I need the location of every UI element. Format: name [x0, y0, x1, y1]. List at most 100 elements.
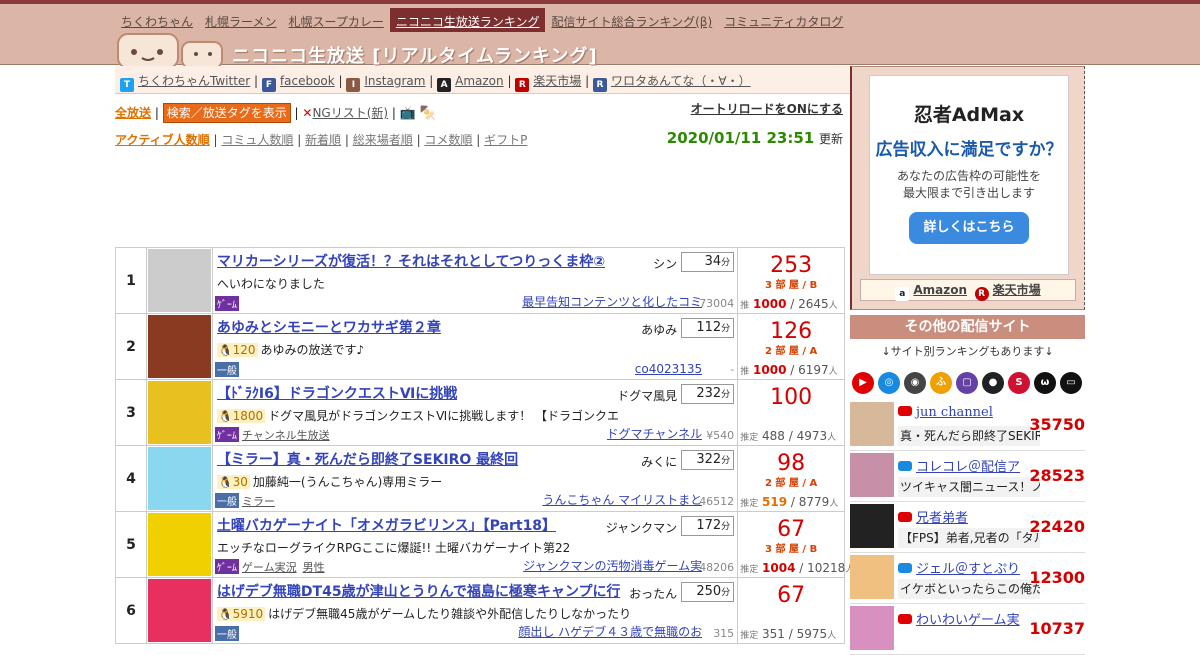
category-badge[interactable]: ｹﾞｰﾑ [214, 427, 239, 442]
category-badge[interactable]: 一般 [214, 362, 239, 377]
streamer-name[interactable]: わいわいゲーム実 [898, 609, 1020, 628]
active-users: 1000 [753, 363, 787, 377]
stream-title: ツイキャス闇ニュース！ノ [898, 477, 1040, 497]
viewer-count: 10737 [1029, 619, 1085, 638]
community-id: 315 [713, 627, 735, 640]
nav-item[interactable]: 札幌スープカレー [283, 8, 390, 32]
streamer-avatar[interactable] [850, 453, 894, 497]
cat-icon[interactable]: ω [1034, 372, 1056, 394]
community-link[interactable]: 顔出し ハゲデブ４３歳で無職のお [518, 623, 702, 640]
twitch-icon[interactable]: ▢ [956, 372, 978, 394]
streamer-avatar[interactable] [850, 606, 894, 650]
fresh-icon[interactable]: ふ [930, 372, 952, 394]
showroom-icon[interactable]: S [1008, 372, 1030, 394]
sort-option[interactable]: 総来場者順 [353, 133, 413, 147]
sort-option[interactable]: コメ数順 [424, 133, 472, 147]
streamer-avatar[interactable] [850, 555, 894, 599]
thumbnail-cell[interactable] [145, 379, 213, 446]
sort-option[interactable]: ギフトP [484, 133, 527, 147]
stream-row[interactable]: コレコレ＠配信ア ツイキャス闇ニュース！ノ 28523 [850, 452, 1085, 502]
stream-thumbnail[interactable] [147, 579, 211, 642]
community-link[interactable]: ドグマチャンネル [607, 425, 703, 442]
tv-icon[interactable]: ▭ [1060, 372, 1082, 394]
ranking-row: 4【ミラー】真・死んだら即終了SEKIRO 最終回みくに322分30加藤純一(う… [115, 445, 845, 512]
category-badge[interactable]: 一般 [214, 626, 239, 641]
sort-option[interactable]: 新着順 [305, 133, 341, 147]
ad-logo: 忍者AdMax [913, 104, 1025, 126]
category-badge[interactable]: ｹﾞｰﾑ [214, 296, 239, 311]
stream-title[interactable]: 【ミラー】真・死んだら即終了SEKIRO 最終回 [217, 449, 518, 469]
stream-title[interactable]: マリカーシリーズが復活！？それはそれとしてつりっくま枠② [217, 251, 605, 271]
social-link[interactable]: ちくわちゃんTwitter [138, 74, 250, 88]
stream-thumbnail[interactable] [147, 513, 211, 576]
stream-title[interactable]: はげデブ無職DT45歳が津山とうりんで福島に極寒キャンプに行 [217, 581, 621, 601]
nav-item[interactable]: コミュニティカタログ [718, 8, 849, 32]
streamer-name[interactable]: jun channel [898, 405, 993, 420]
visitor-counts: 推定 488 / 4973人 [740, 429, 837, 443]
community-link[interactable]: 最早告知コンテンツと化したコミ [522, 293, 702, 310]
tag-link[interactable]: チャンネル生放送 [242, 429, 330, 442]
category-row: 一般 [214, 362, 242, 377]
thumbnail-cell[interactable] [145, 445, 213, 512]
comment-count: 100 [770, 385, 813, 410]
social-link[interactable]: ワロタあんてな（・∀・） [611, 74, 751, 88]
streamer-name[interactable]: 兄者弟者 [898, 507, 968, 526]
category-badge[interactable]: ｹﾞｰﾑ [214, 559, 239, 574]
community-link[interactable]: co4023135 [635, 362, 702, 376]
stream-title[interactable]: 土曜バカゲーナイト「オメガラビリンス」【Part18】 [217, 515, 556, 535]
ad-rakuten-link[interactable]: 楽天市場 [993, 283, 1041, 297]
streamer-avatar[interactable] [850, 402, 894, 446]
social-link[interactable]: Amazon [455, 74, 504, 88]
tv-icon[interactable]: 📺 [400, 106, 416, 121]
minutes-unit: 分 [721, 588, 731, 598]
nav-item[interactable]: 配信サイト総合ランキング(β) [545, 8, 718, 32]
sort-active-users[interactable]: アクティブ人数順 [115, 133, 210, 147]
chikuwa-icon[interactable]: 🍢 [420, 106, 436, 121]
mildom-icon[interactable]: ● [982, 372, 1004, 394]
thumbnail-cell[interactable] [145, 577, 213, 644]
stream-thumbnail[interactable] [147, 249, 211, 312]
thumbnail-cell[interactable] [145, 313, 213, 380]
tag-link[interactable]: 男性 [303, 561, 325, 574]
ad-details-button[interactable]: 詳しくはこちら [909, 212, 1029, 244]
category-badge[interactable]: 一般 [214, 493, 239, 508]
social-link[interactable]: Instagram [364, 74, 425, 88]
admax-ad[interactable]: 忍者AdMax 広告収入に満足ですか？ あなたの広告枠の可能性を 最大限まで引き… [869, 75, 1069, 275]
ng-list-link[interactable]: NGリスト(新) [312, 106, 388, 120]
openrec-icon[interactable]: ◉ [904, 372, 926, 394]
thumbnail-cell[interactable] [145, 511, 213, 578]
social-link[interactable]: 楽天市場 [533, 74, 581, 88]
ad-amazon-link[interactable]: Amazon [913, 283, 967, 297]
stream-title[interactable]: あゆみとシモニーとワカサギ第２章 [217, 317, 441, 337]
stream-row[interactable]: ジェル＠すとぷり イケボといったらこの俺だ 12300 [850, 554, 1085, 604]
stream-thumbnail[interactable] [147, 447, 211, 510]
stream-description: 120あゆみの放送です♪ [216, 341, 364, 358]
show-tags-button[interactable]: 検索／放送タグを表示 [162, 103, 291, 123]
community-link[interactable]: うんこちゃん マイリストまと [542, 491, 702, 508]
tag-link[interactable]: ミラー [242, 495, 275, 508]
nav-item[interactable]: ニコニコ生放送ランキング [389, 8, 546, 32]
tag-link[interactable]: ゲーム実況 [242, 561, 297, 574]
stream-thumbnail[interactable] [147, 381, 211, 444]
stream-row[interactable]: 兄者弟者 【FPS】弟者,兄者の「タル 22420 [850, 503, 1085, 553]
stream-title[interactable]: 【ﾄﾞﾗｸI6】ドラゴンクエストⅥに挑戦 [217, 383, 457, 403]
thumbnail-cell[interactable] [145, 247, 213, 314]
streamer-avatar[interactable] [850, 504, 894, 548]
stream-row[interactable]: jun channel 真・死んだら即終了SEKIRO 35750 [850, 401, 1085, 451]
twitcasting-icon[interactable]: ◎ [878, 372, 900, 394]
streamer-name[interactable]: ジェル＠すとぷり [898, 558, 1020, 577]
stream-row[interactable]: わいわいゲーム実 10737 [850, 605, 1085, 655]
youtube-icon[interactable]: ▶ [852, 372, 874, 394]
rss-icon: R [592, 78, 607, 92]
visitor-counts: 推定 519 / 8779人 [740, 495, 839, 509]
chikuwa-mascot-logo[interactable] [116, 28, 226, 68]
all-broadcasts-link[interactable]: 全放送 [115, 106, 151, 120]
sort-option[interactable]: コミュ人数順 [221, 133, 293, 147]
community-link[interactable]: ジャンクマンの汚物消毒ゲーム実 [523, 557, 702, 574]
autoreload-toggle[interactable]: オートリロードをONにする [691, 100, 843, 117]
streamer-name[interactable]: コレコレ＠配信ア [898, 456, 1020, 475]
active-users: 488 [762, 429, 785, 443]
stream-thumbnail[interactable] [147, 315, 211, 378]
room-number: 3 [765, 280, 772, 291]
social-link[interactable]: facebook [280, 74, 335, 88]
